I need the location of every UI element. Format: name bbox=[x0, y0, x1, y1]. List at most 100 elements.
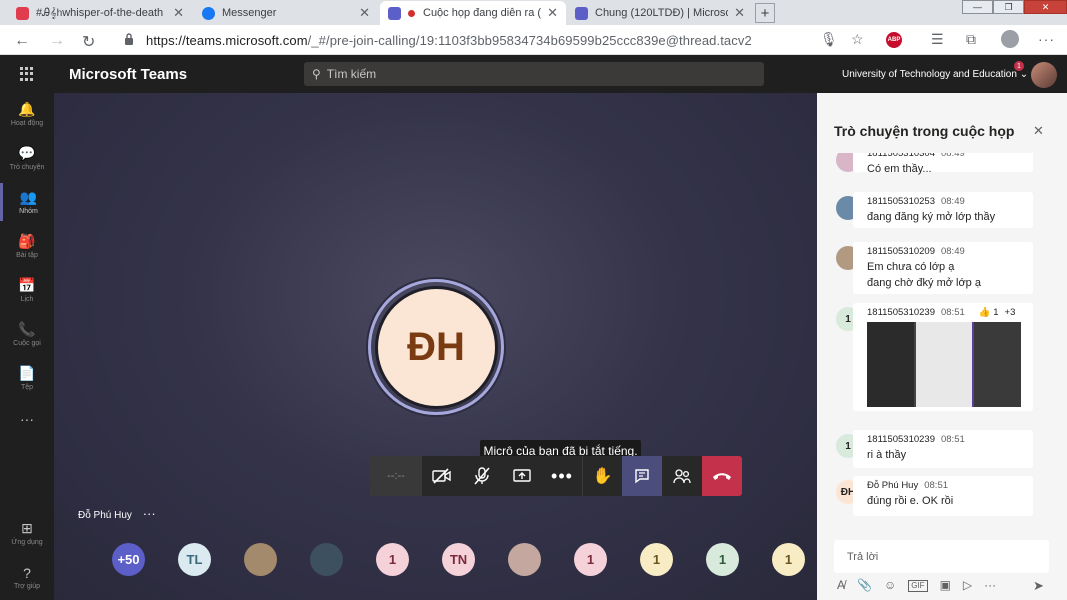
attach-icon[interactable]: 📎 bbox=[857, 578, 872, 592]
sender-name: 1811505310304 bbox=[867, 153, 935, 159]
rail-label: Trợ giúp bbox=[13, 583, 41, 590]
close-tab-icon[interactable]: ✕ bbox=[734, 5, 745, 21]
rail-item-calendar[interactable]: 📅 Lịch bbox=[0, 277, 54, 303]
rail-item-assignments[interactable]: 🎒 Bài tập bbox=[0, 233, 54, 259]
speaker-avatar: ĐH bbox=[368, 279, 504, 415]
rail-label: Lịch bbox=[20, 296, 34, 303]
participant-avatar[interactable]: TL bbox=[178, 543, 211, 576]
rail-item-chat[interactable]: 💬 Trò chuyện bbox=[0, 145, 54, 171]
message-header: 1811505310239 08:51 bbox=[867, 434, 1019, 445]
participant-avatar[interactable]: 1 bbox=[640, 543, 673, 576]
participant-avatar[interactable]: +50 bbox=[112, 543, 145, 576]
screenshot-attachment[interactable] bbox=[867, 322, 1021, 407]
participant-avatar[interactable] bbox=[310, 543, 343, 576]
message-bubble[interactable]: 1811505310209 08:49 Em chưa có lớp ạ đang c… bbox=[853, 242, 1033, 294]
close-tab-icon[interactable]: ✕ bbox=[547, 5, 558, 21]
message-time: 08:49 bbox=[940, 196, 965, 207]
forward-icon[interactable]: → bbox=[49, 32, 65, 50]
browser-menu-icon[interactable]: ··· bbox=[1038, 31, 1055, 47]
close-window-button[interactable]: ✕ bbox=[1024, 0, 1067, 14]
message-text: đang đăng ký mở lớp thầy bbox=[867, 211, 996, 223]
message-header: 1811505310209 08:49 bbox=[867, 246, 1019, 257]
bookmark-star-icon[interactable]: ☆ bbox=[851, 31, 864, 48]
message-bubble[interactable]: 1811505310239 08:51 👍 1 +3 bbox=[853, 303, 1033, 411]
tab-title: Cuộc họp đang diễn ra (Cuộc họp) bbox=[423, 7, 542, 19]
share-screen-button[interactable] bbox=[502, 456, 542, 496]
org-switcher[interactable]: University of Technology and Education ⌄ bbox=[842, 69, 1028, 80]
search-input[interactable]: ⚲ Tìm kiếm bbox=[304, 62, 764, 86]
emoji-icon[interactable]: ☺ bbox=[884, 578, 896, 592]
browser-tab-bar: #Ꭿ𝄞𝗁whisper-of-the-death ✕ Messenger ✕ C… bbox=[0, 0, 1067, 25]
show-participants-button[interactable] bbox=[662, 456, 702, 496]
tab-meeting[interactable]: Cuộc họp đang diễn ra (Cuộc họp) ✕ bbox=[380, 1, 566, 25]
app-launcher-icon[interactable] bbox=[20, 67, 34, 81]
close-tab-icon[interactable]: ✕ bbox=[359, 5, 370, 21]
more-apps-icon[interactable]: ··· bbox=[0, 411, 54, 427]
tab-messenger[interactable]: Messenger ✕ bbox=[194, 1, 378, 25]
help-icon: ? bbox=[23, 565, 31, 581]
leave-call-button[interactable] bbox=[702, 456, 742, 496]
participant-avatar[interactable]: 1 bbox=[706, 543, 739, 576]
more-icon: ••• bbox=[551, 465, 573, 486]
back-icon[interactable]: ← bbox=[14, 32, 30, 50]
mic-off-button[interactable] bbox=[462, 456, 502, 496]
message-bubble[interactable]: Đỗ Phú Huy 08:51 đúng rồi e. OK rồi bbox=[853, 476, 1033, 516]
favorites-icon[interactable]: ☰ bbox=[931, 31, 944, 48]
message-text: ri à thầy bbox=[867, 449, 907, 461]
reaction-count[interactable]: 👍 1 bbox=[979, 307, 999, 318]
tab-whisper[interactable]: #Ꭿ𝄞𝗁whisper-of-the-death ✕ bbox=[8, 1, 192, 25]
minimize-button[interactable]: — bbox=[962, 0, 993, 14]
sender-name: 1811505310239 bbox=[867, 434, 935, 445]
participant-avatar[interactable]: 1 bbox=[376, 543, 409, 576]
raise-hand-button[interactable]: ✋ bbox=[582, 456, 622, 496]
call-controls: --:-- ••• ✋ bbox=[370, 456, 742, 496]
message-bubble[interactable]: 1811505310253 08:49 đang đăng ký mở lớp th… bbox=[853, 192, 1033, 228]
sender-name: 1811505310209 bbox=[867, 246, 935, 257]
rail-item-help[interactable]: ? Trợ giúp bbox=[0, 565, 54, 590]
reply-input[interactable]: Trả lời bbox=[834, 540, 1049, 573]
restore-button[interactable]: ❐ bbox=[993, 0, 1024, 14]
browser-profile-avatar[interactable] bbox=[1001, 30, 1019, 48]
message-bubble[interactable]: 1811505310304 08:49 Có em thầy... bbox=[853, 153, 1033, 175]
message-time: 08:49 bbox=[940, 246, 965, 257]
reload-icon[interactable]: ↻ bbox=[82, 32, 95, 52]
user-avatar[interactable] bbox=[1031, 62, 1057, 88]
rail-item-apps[interactable]: ⊞ Ứng dụng bbox=[0, 520, 54, 546]
rail-item-teams[interactable]: 👥 Nhóm bbox=[0, 183, 54, 221]
rail-item-activity[interactable]: 🔔 Hoạt động bbox=[0, 101, 54, 127]
files-icon: 📄 bbox=[18, 365, 36, 381]
gif-icon[interactable]: GIF bbox=[908, 580, 928, 592]
rail-item-files[interactable]: 📄 Tệp bbox=[0, 365, 54, 391]
sender-name: 1811505310239 bbox=[867, 307, 935, 318]
new-tab-button[interactable]: + bbox=[755, 3, 775, 23]
adblock-icon[interactable]: ABP bbox=[886, 32, 902, 48]
meet-icon[interactable]: ▷ bbox=[963, 578, 972, 592]
more-reactions[interactable]: +3 bbox=[1005, 307, 1016, 318]
message-bubble[interactable]: 1811505310239 08:51 ri à thầy bbox=[853, 430, 1033, 468]
close-tab-icon[interactable]: ✕ bbox=[173, 5, 184, 21]
microphone-icon[interactable]: 🎙 bbox=[820, 31, 838, 48]
rail-item-calls[interactable]: 📞 Cuộc gọi bbox=[0, 321, 54, 347]
tab-teams-chung[interactable]: Chung (120LTDĐ) | Microsoft Teams ✕ bbox=[567, 1, 753, 25]
show-conversation-button[interactable] bbox=[622, 456, 662, 496]
camera-off-button[interactable] bbox=[422, 456, 462, 496]
presenter-more-button[interactable]: ··· bbox=[143, 506, 156, 521]
participant-avatar[interactable] bbox=[508, 543, 541, 576]
address-bar: ← → ↻ https://teams.microsoft.com/_#/pre… bbox=[0, 25, 1067, 55]
close-chat-icon[interactable]: ✕ bbox=[1033, 123, 1044, 139]
url-field[interactable]: https://teams.microsoft.com/_#/pre-join-… bbox=[146, 33, 752, 48]
participant-avatar[interactable]: 1 bbox=[772, 543, 805, 576]
app-rail: 🔔 Hoạt động 💬 Trò chuyện 👥 Nhóm 🎒 Bài tậ… bbox=[0, 93, 54, 600]
sticker-icon[interactable]: ▣ bbox=[940, 578, 951, 592]
participant-avatar[interactable]: TN bbox=[442, 543, 475, 576]
sender-name: 1811505310253 bbox=[867, 196, 935, 207]
more-actions-button[interactable]: ••• bbox=[542, 456, 582, 496]
collections-icon[interactable]: ⧉ bbox=[966, 31, 976, 48]
app-name: Microsoft Teams bbox=[69, 66, 188, 83]
send-icon[interactable]: ➤ bbox=[1033, 578, 1044, 594]
participant-avatar[interactable] bbox=[244, 543, 277, 576]
chat-title: Trò chuyện trong cuộc họp bbox=[834, 123, 1015, 139]
format-icon[interactable]: A̸ bbox=[837, 578, 845, 592]
more-options-icon[interactable]: ··· bbox=[984, 578, 996, 592]
participant-avatar[interactable]: 1 bbox=[574, 543, 607, 576]
